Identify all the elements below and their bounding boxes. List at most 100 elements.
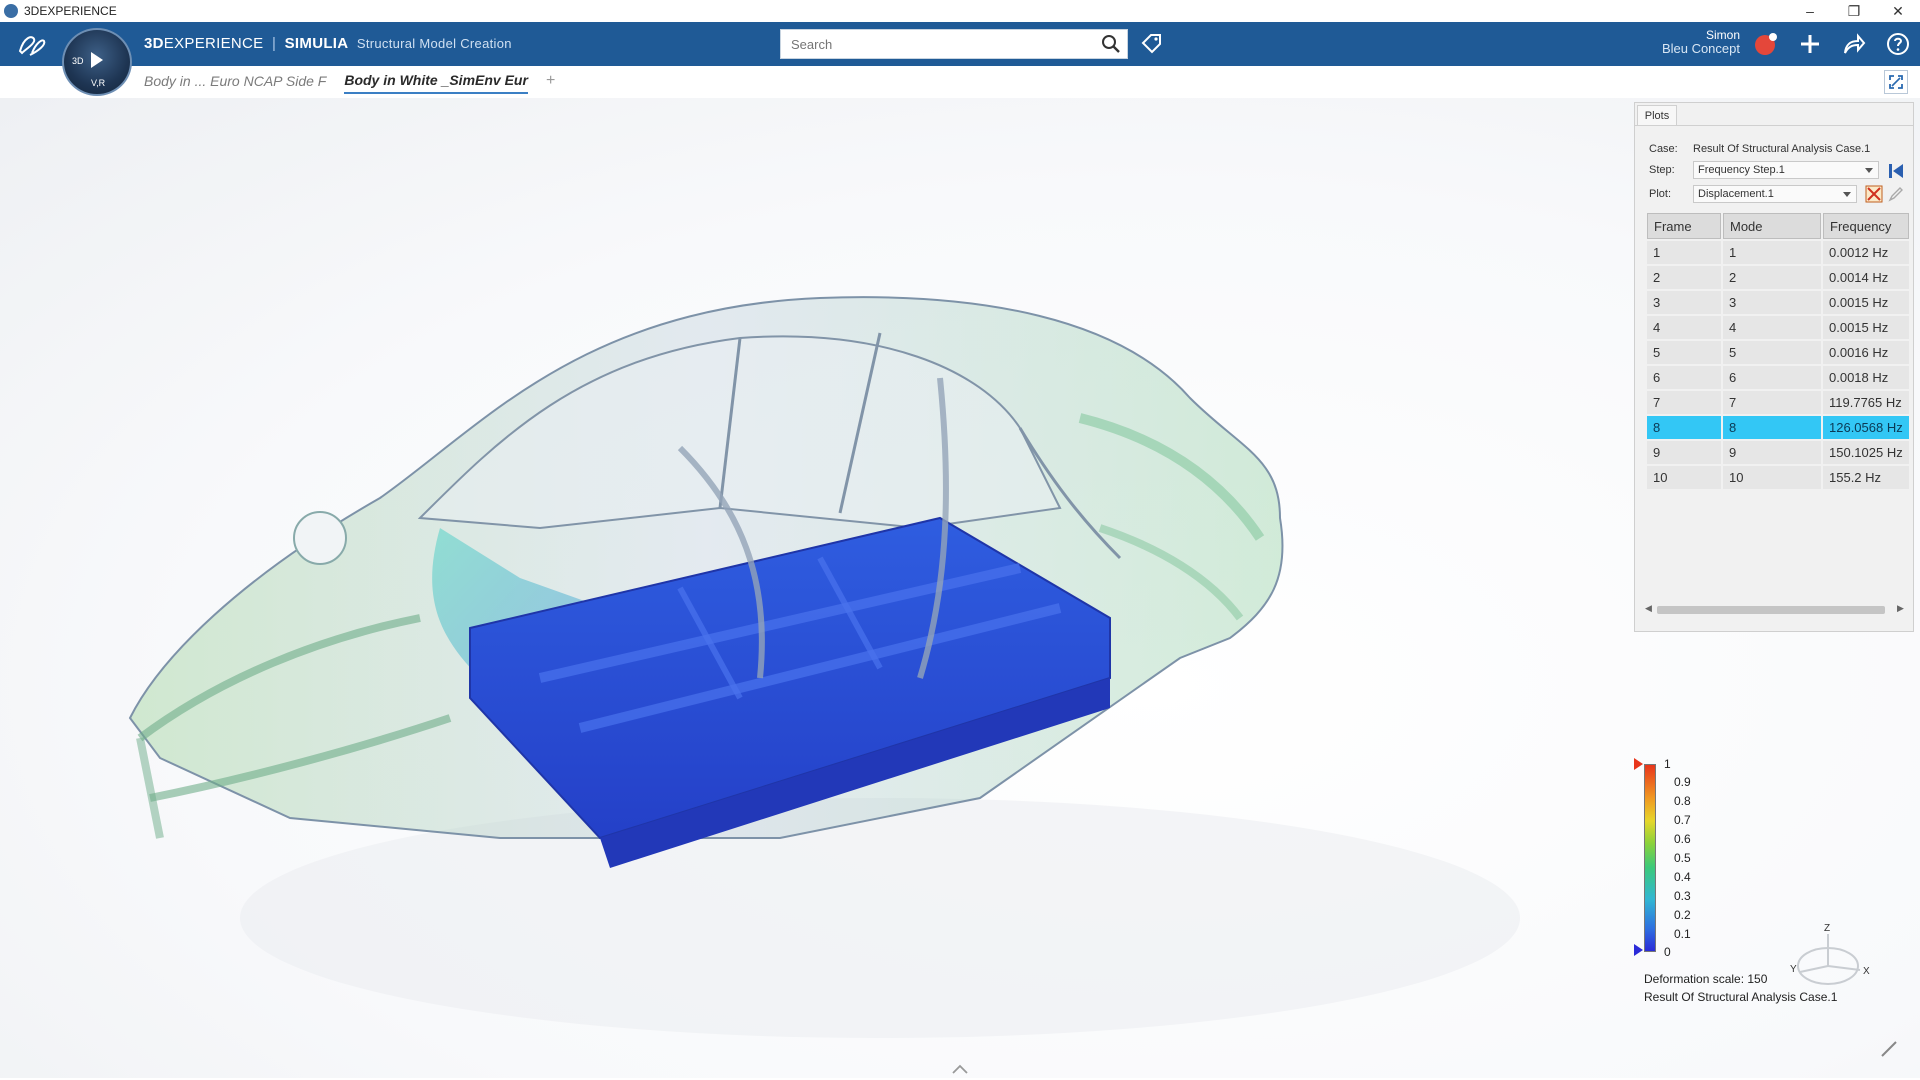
frame-cell: 8	[1647, 416, 1721, 439]
chevron-up-icon[interactable]	[950, 1062, 970, 1076]
mode-cell: 9	[1723, 441, 1821, 464]
horizontal-scrollbar[interactable]: ◀ ▶	[1645, 603, 1904, 614]
legend-tick: 0.8	[1674, 794, 1691, 808]
frequency-cell: 0.0012 Hz	[1823, 241, 1909, 264]
frame-cell: 10	[1647, 466, 1721, 489]
table-row[interactable]: 3 3 0.0015 Hz	[1647, 291, 1909, 314]
tab-plots[interactable]: Plots	[1637, 105, 1677, 126]
step-value: Frequency Step.1	[1698, 164, 1785, 176]
frequency-cell: 126.0568 Hz	[1823, 416, 1909, 439]
avatar[interactable]	[1752, 30, 1780, 58]
user-info[interactable]: Simon Bleu Concept	[1640, 28, 1740, 56]
restore-icon[interactable]: ❐	[1832, 0, 1876, 22]
column-header-frame[interactable]: Frame	[1647, 213, 1721, 239]
minimize-icon[interactable]: –	[1788, 0, 1832, 22]
add-tab-button[interactable]: +	[546, 72, 555, 90]
user-name: Simon	[1705, 28, 1740, 42]
legend-tick: 0.1	[1674, 927, 1691, 941]
compass-vr-label: V,R	[91, 78, 106, 88]
frame-cell: 1	[1647, 241, 1721, 264]
axis-triad-icon[interactable]: Z X Y	[1780, 920, 1870, 1000]
legend-min-marker-icon[interactable]	[1634, 944, 1643, 956]
case-row: Case: Result Of Structural Analysis Case…	[1649, 139, 1870, 159]
legend-tick: 0.3	[1674, 889, 1691, 903]
table-row[interactable]: 4 4 0.0015 Hz	[1647, 316, 1909, 339]
car-body-model[interactable]	[120, 278, 1580, 1058]
step-select[interactable]: Frequency Step.1	[1693, 161, 1879, 179]
axis-z-label: Z	[1824, 923, 1830, 934]
scroll-left-icon[interactable]: ◀	[1645, 603, 1652, 614]
play-icon[interactable]	[91, 52, 103, 68]
first-frame-icon[interactable]	[1887, 162, 1905, 180]
product-name: SIMULIA	[284, 35, 349, 52]
frequency-cell: 0.0018 Hz	[1823, 366, 1909, 389]
frame-cell: 7	[1647, 391, 1721, 414]
table-row[interactable]: 9 9 150.1025 Hz	[1647, 441, 1909, 464]
checkmark-icon[interactable]	[1880, 1040, 1898, 1058]
step-row: Step: Frequency Step.1	[1649, 160, 1879, 180]
frequency-table: Frame Mode Frequency 1 1 0.0012 Hz 2 2 0.001…	[1645, 211, 1911, 491]
legend-tick: 0.2	[1674, 908, 1691, 922]
mode-cell: 3	[1723, 291, 1821, 314]
frame-cell: 4	[1647, 316, 1721, 339]
help-icon[interactable]	[1884, 30, 1912, 58]
frequency-cell: 0.0014 Hz	[1823, 266, 1909, 289]
mode-cell: 6	[1723, 366, 1821, 389]
mode-cell: 8	[1723, 416, 1821, 439]
user-org: Bleu Concept	[1661, 41, 1740, 56]
plot-select[interactable]: Displacement.1	[1693, 185, 1857, 203]
title-separator: |	[271, 35, 277, 52]
plot-row: Plot: Displacement.1	[1649, 184, 1857, 204]
column-header-mode[interactable]: Mode	[1723, 213, 1821, 239]
color-legend[interactable]: 1 0.9 0.8 0.7 0.6 0.5 0.4 0.3 0.2 0.1 0	[1632, 757, 1722, 962]
frame-cell: 6	[1647, 366, 1721, 389]
frequency-cell: 150.1025 Hz	[1823, 441, 1909, 464]
frame-cell: 2	[1647, 266, 1721, 289]
case-value: Result Of Structural Analysis Case.1	[1693, 143, 1871, 155]
legend-tick: 1	[1664, 757, 1671, 771]
column-header-frequency[interactable]: Frequency	[1823, 213, 1909, 239]
share-icon[interactable]	[1840, 30, 1868, 58]
mode-cell: 1	[1723, 241, 1821, 264]
table-row[interactable]: 1 1 0.0012 Hz	[1647, 241, 1909, 264]
legend-tick: 0.7	[1674, 813, 1691, 827]
mode-cell: 5	[1723, 341, 1821, 364]
chevron-down-icon	[1843, 192, 1851, 197]
scrollbar-thumb[interactable]	[1657, 606, 1885, 614]
frame-cell: 5	[1647, 341, 1721, 364]
plot-settings-icon[interactable]	[1865, 185, 1883, 203]
mode-cell: 2	[1723, 266, 1821, 289]
app-top-bar: 3DEXPERIENCE | SIMULIA Structural Model …	[0, 22, 1920, 66]
compass-widget[interactable]: 3D V,R	[62, 28, 132, 96]
legend-max-marker-icon[interactable]	[1634, 758, 1643, 770]
chevron-down-icon	[1865, 168, 1873, 173]
frequency-cell: 0.0015 Hz	[1823, 316, 1909, 339]
table-row[interactable]: 7 7 119.7765 Hz	[1647, 391, 1909, 414]
dassault-logo-icon[interactable]	[14, 29, 50, 59]
tag-icon[interactable]	[1140, 32, 1164, 56]
scroll-right-icon[interactable]: ▶	[1897, 603, 1904, 614]
edit-icon[interactable]	[1887, 185, 1905, 203]
plots-panel: Plots Case: Result Of Structural Analysi…	[1634, 102, 1914, 632]
table-row-selected[interactable]: 8 8 126.0568 Hz	[1647, 416, 1909, 439]
close-icon[interactable]: ✕	[1876, 0, 1920, 22]
table-row[interactable]: 5 5 0.0016 Hz	[1647, 341, 1909, 364]
table-row[interactable]: 6 6 0.0018 Hz	[1647, 366, 1909, 389]
expand-view-button[interactable]	[1884, 70, 1908, 94]
search-input[interactable]	[789, 30, 1093, 58]
search-box[interactable]	[780, 29, 1128, 59]
legend-tick: 0.6	[1674, 832, 1691, 846]
plot-label: Plot:	[1649, 188, 1672, 200]
search-icon[interactable]	[1101, 34, 1121, 54]
tab-body-in-white[interactable]: Body in White _SimEnv Eur	[344, 68, 528, 94]
mode-cell: 10	[1723, 466, 1821, 489]
app-name: Structural Model Creation	[356, 36, 512, 51]
app-window-icon	[4, 4, 18, 18]
add-icon[interactable]	[1796, 30, 1824, 58]
legend-tick: 0.4	[1674, 870, 1691, 884]
tab-euro-ncap[interactable]: Body in ... Euro NCAP Side F	[144, 69, 326, 93]
table-row[interactable]: 2 2 0.0014 Hz	[1647, 266, 1909, 289]
frequency-cell: 0.0016 Hz	[1823, 341, 1909, 364]
table-row[interactable]: 10 10 155.2 Hz	[1647, 466, 1909, 489]
frame-cell: 3	[1647, 291, 1721, 314]
